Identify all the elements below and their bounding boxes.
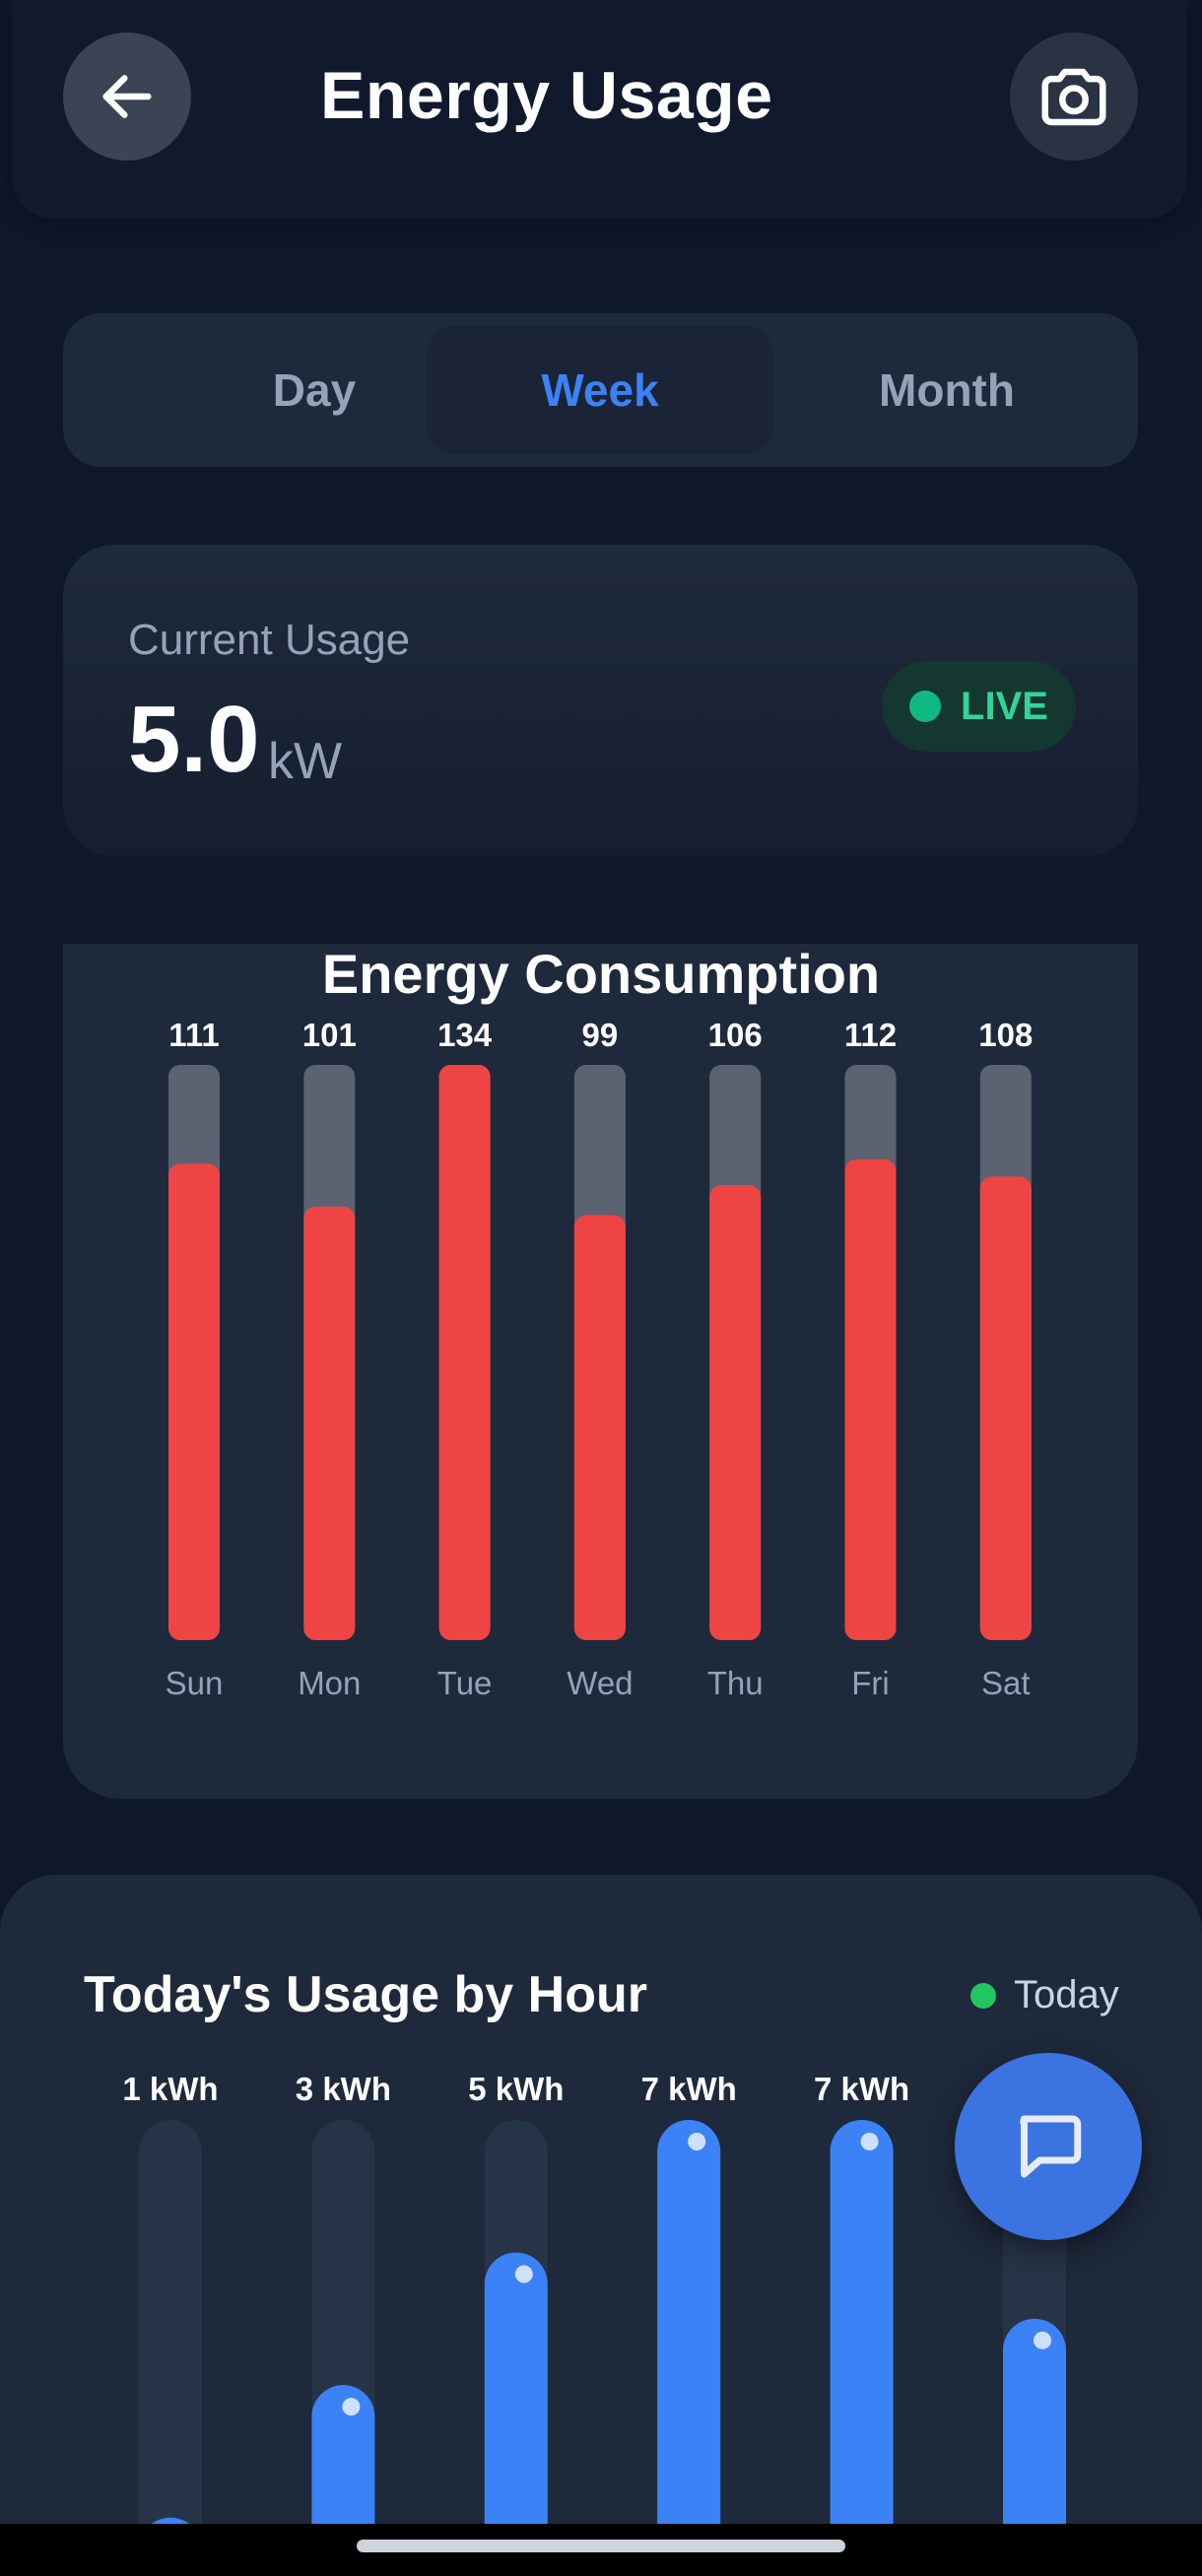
arrow-left-icon: [102, 75, 152, 118]
bar-sun[interactable]: [168, 1163, 220, 1640]
bar-value-label: 134: [437, 1017, 493, 1053]
tab-month[interactable]: Month: [773, 326, 1120, 454]
x-tick-label: Wed: [567, 1665, 633, 1701]
energy-consumption-chart-card: Energy Consumption 111 Sun 101 Mon 134 Tue 99 We…: [63, 944, 1138, 1799]
chat-icon: [1020, 2115, 1082, 2178]
bar-wed[interactable]: [573, 1215, 626, 1640]
hour-bar-value-label: 3 kWh: [296, 2071, 391, 2107]
live-dot-icon: [909, 691, 942, 722]
bar-value-label: 101: [302, 1017, 357, 1053]
bar-thu[interactable]: [709, 1185, 762, 1640]
energy-consumption-chart: Energy Consumption 111 Sun 101 Mon 134 Tue 99 We…: [166, 944, 1034, 1701]
bar-value-label: 108: [978, 1017, 1033, 1053]
chat-fab-button[interactable]: [955, 2053, 1142, 2240]
live-badge: LIVE: [882, 661, 1076, 752]
x-tick-label: Sun: [166, 1665, 224, 1701]
x-tick-label: Thu: [707, 1665, 764, 1701]
hour-bar-dot: [1034, 2331, 1051, 2349]
x-tick-label: Fri: [851, 1665, 889, 1701]
hour-bar[interactable]: [830, 2120, 894, 2576]
bar-value-label: 112: [844, 1017, 897, 1053]
bar-value-label: 111: [168, 1017, 219, 1053]
bar-tue[interactable]: [438, 1065, 491, 1640]
legend-label: Today: [1014, 1973, 1119, 2016]
bar-value-label: 106: [708, 1017, 763, 1053]
hour-bar-value-label: 7 kWh: [814, 2071, 909, 2107]
current-usage-value: 5.0: [128, 687, 260, 792]
current-usage-label: Current Usage: [128, 616, 411, 664]
page-title: Energy Usage: [320, 58, 773, 133]
current-usage-card: Current Usage 5.0 kW LIVE: [63, 545, 1138, 856]
hour-bar-value-label: 7 kWh: [641, 2071, 737, 2107]
chart-title: Energy Consumption: [322, 944, 880, 1005]
period-tabs: Day Week Month: [63, 313, 1138, 467]
live-badge-label: LIVE: [961, 684, 1048, 728]
x-tick-label: Mon: [298, 1665, 361, 1701]
hour-bar-dot: [860, 2133, 879, 2150]
back-button[interactable]: [63, 33, 191, 161]
bar-value-label: 99: [582, 1017, 619, 1053]
hour-bar-track: [139, 2120, 202, 2576]
bar-mon[interactable]: [303, 1206, 356, 1640]
hour-bar-value-label: 5 kWh: [468, 2071, 564, 2107]
bar-sat[interactable]: [979, 1176, 1032, 1640]
tab-week[interactable]: Week: [427, 326, 773, 454]
camera-button[interactable]: [1010, 33, 1138, 161]
x-tick-label: Tue: [437, 1665, 493, 1701]
bar-fri[interactable]: [844, 1158, 897, 1640]
hour-bar-dot: [688, 2133, 706, 2150]
hour-bar[interactable]: [657, 2120, 721, 2576]
camera-icon: [1041, 68, 1106, 126]
legend-dot-icon: [970, 1982, 996, 2009]
hourly-legend: Today: [970, 1973, 1119, 2017]
hour-bar-value-label: 1 kWh: [122, 2071, 218, 2107]
hour-bar-dot: [342, 2398, 361, 2416]
x-tick-label: Sat: [981, 1665, 1031, 1701]
hourly-usage-title: Today's Usage by Hour: [84, 1966, 647, 2023]
home-indicator[interactable]: [357, 2540, 845, 2552]
hour-bar-dot: [514, 2265, 533, 2283]
current-usage-unit: kW: [268, 733, 343, 790]
